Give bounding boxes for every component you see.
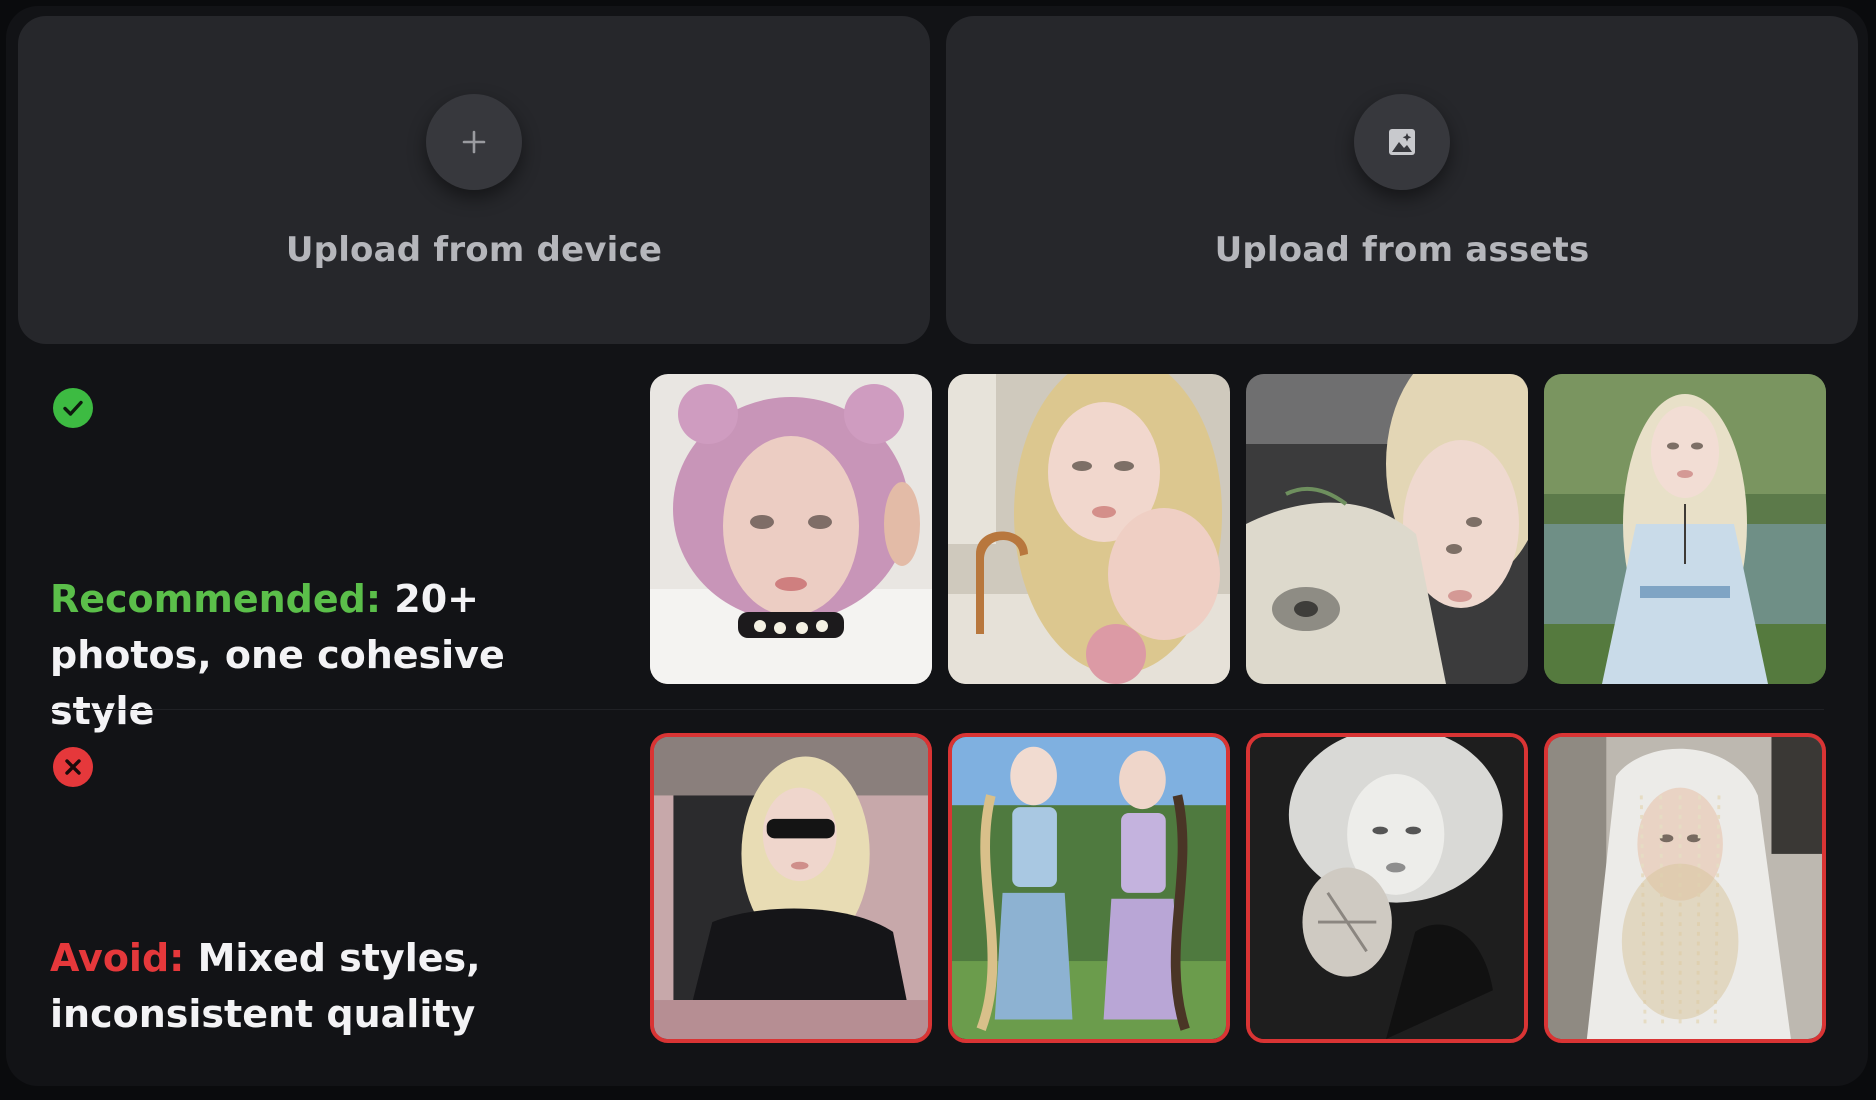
avoid-photo-blonde-pink-car-sunglasses [650,733,932,1043]
image-sparkle-icon [1354,94,1450,190]
avoid-photo-veiled-white-hood-studio [1544,733,1826,1043]
row-divider [50,709,1824,710]
recommended-caption: Recommended: 20+ photos, one cohesive st… [50,571,610,739]
upload-from-assets-button[interactable]: Upload from assets [946,16,1858,344]
avoid-caption: Avoid: Mixed styles, inconsistent qualit… [50,930,610,1042]
recommended-photo-blonde-forest-stream-portrait [1544,374,1826,684]
avoid-label: Avoid: [50,936,185,980]
upload-from-device-label: Upload from device [285,230,663,270]
upload-guide-panel: Upload from device Upload from assets Re… [6,6,1868,1086]
x-circle-icon [53,747,93,787]
plus-icon [426,94,522,190]
avoid-photo-two-girls-braids-outdoor [948,733,1230,1043]
recommended-photo-blonde-sink-portrait [948,374,1230,684]
avoid-photo-blonde-shell-monochrome [1246,733,1528,1043]
recommended-photo-blonde-car-seat-portrait [1246,374,1528,684]
recommended-label: Recommended: [50,577,382,621]
upload-from-assets-label: Upload from assets [1214,230,1590,270]
upload-from-device-button[interactable]: Upload from device [18,16,930,344]
recommended-photo-pink-hair-portrait [650,374,932,684]
check-circle-icon [53,388,93,428]
